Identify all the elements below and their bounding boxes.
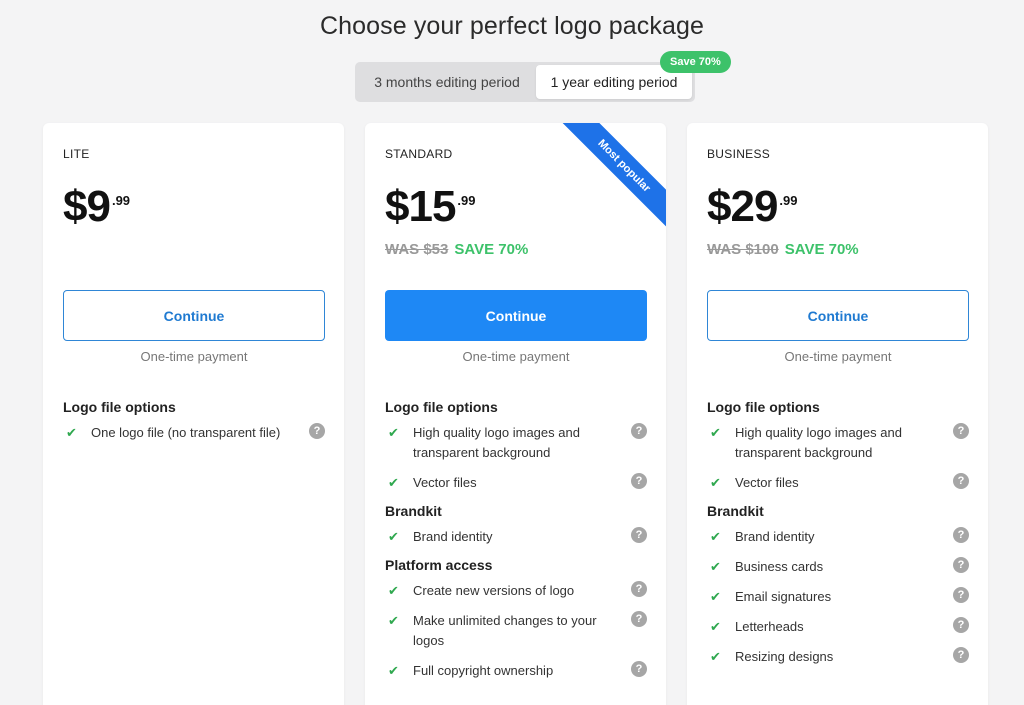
help-icon[interactable]: ? bbox=[953, 423, 969, 439]
help-icon[interactable]: ? bbox=[953, 473, 969, 489]
price-cents: .99 bbox=[111, 193, 131, 208]
help-icon[interactable]: ? bbox=[631, 473, 647, 489]
help-icon[interactable]: ? bbox=[953, 527, 969, 543]
check-icon: ✔ bbox=[710, 649, 721, 664]
plan-card-business: BUSINESS $29 .99 WAS $100 SAVE 70% Conti… bbox=[687, 123, 988, 705]
discount-line: WAS $100 SAVE 70% bbox=[707, 241, 859, 258]
feature-text: High quality logo images and transparent… bbox=[735, 425, 902, 460]
price-cents: .99 bbox=[779, 193, 798, 208]
section-title: Logo file options bbox=[707, 399, 820, 415]
plan-price: $29 .99 bbox=[707, 181, 798, 233]
check-icon: ✔ bbox=[710, 529, 721, 544]
feature-text: One logo file (no transparent file) bbox=[91, 425, 281, 440]
check-icon: ✔ bbox=[710, 589, 721, 604]
payment-note: One-time payment bbox=[784, 349, 892, 364]
feature-item: ✔ Vector files ? bbox=[385, 473, 647, 493]
section-title: Logo file options bbox=[63, 399, 176, 415]
continue-button[interactable]: Continue bbox=[63, 290, 325, 341]
section-title: Logo file options bbox=[385, 399, 498, 415]
feature-item: ✔ Business cards ? bbox=[707, 557, 969, 577]
continue-button[interactable]: Continue bbox=[707, 290, 969, 341]
feature-item: ✔ High quality logo images and transpare… bbox=[385, 423, 647, 463]
ribbon-container: Most popular bbox=[554, 123, 666, 235]
check-icon: ✔ bbox=[710, 425, 721, 440]
section-title: Brandkit bbox=[385, 503, 442, 519]
plan-tier: LITE bbox=[63, 147, 90, 161]
feature-text: Make unlimited changes to your logos bbox=[413, 613, 597, 648]
plan-tier: BUSINESS bbox=[707, 147, 771, 161]
check-icon: ✔ bbox=[710, 475, 721, 490]
feature-item: ✔ Make unlimited changes to your logos ? bbox=[385, 611, 647, 651]
price-main: $29 bbox=[707, 182, 778, 231]
price-cents: .99 bbox=[457, 193, 476, 208]
price-main: $15 bbox=[385, 182, 456, 231]
feature-item: ✔ Vector files ? bbox=[707, 473, 969, 493]
feature-text: Vector files bbox=[735, 475, 799, 490]
help-icon[interactable]: ? bbox=[953, 647, 969, 663]
plan-card-standard: Most popular STANDARD $15 .99 WAS $53 SA… bbox=[365, 123, 666, 705]
check-icon: ✔ bbox=[388, 613, 399, 628]
save-badge: Save 70% bbox=[660, 51, 731, 73]
period-option-3-months[interactable]: 3 months editing period bbox=[358, 65, 536, 99]
help-icon[interactable]: ? bbox=[631, 661, 647, 677]
check-icon: ✔ bbox=[388, 475, 399, 490]
check-icon: ✔ bbox=[710, 559, 721, 574]
help-icon[interactable]: ? bbox=[953, 617, 969, 633]
help-icon[interactable]: ? bbox=[631, 581, 647, 597]
feature-item: ✔ Email signatures ? bbox=[707, 587, 969, 607]
discount-line: WAS $53 SAVE 70% bbox=[385, 241, 528, 258]
check-icon: ✔ bbox=[388, 529, 399, 544]
most-popular-ribbon: Most popular bbox=[558, 123, 666, 232]
feature-text: Brand identity bbox=[735, 529, 815, 544]
price-main: $9 bbox=[63, 182, 111, 231]
feature-text: High quality logo images and transparent… bbox=[413, 425, 580, 460]
feature-item: ✔ Letterheads ? bbox=[707, 617, 969, 637]
section-title: Platform access bbox=[385, 557, 493, 573]
help-icon[interactable]: ? bbox=[631, 527, 647, 543]
plan-price: $9 .99 bbox=[63, 181, 130, 233]
feature-text: Business cards bbox=[735, 559, 824, 574]
feature-item: ✔ Create new versions of logo ? bbox=[385, 581, 647, 601]
save-label: SAVE 70% bbox=[454, 241, 529, 258]
period-toggle: 3 months editing period 1 year editing p… bbox=[355, 62, 695, 102]
check-icon: ✔ bbox=[388, 583, 399, 598]
feature-item: ✔ Full copyright ownership ? bbox=[385, 661, 647, 681]
payment-note: One-time payment bbox=[462, 349, 570, 364]
help-icon[interactable]: ? bbox=[631, 611, 647, 627]
feature-item: ✔ Brand identity ? bbox=[385, 527, 647, 547]
feature-list: Logo file options ✔ One logo file (no tr… bbox=[63, 399, 325, 453]
check-icon: ✔ bbox=[388, 425, 399, 440]
plan-card-lite: LITE $9 .99 Continue One-time payment Lo… bbox=[43, 123, 344, 705]
feature-text: Letterheads bbox=[735, 619, 804, 634]
feature-list: Logo file options ✔ High quality logo im… bbox=[707, 399, 969, 677]
feature-text: Email signatures bbox=[735, 589, 832, 604]
old-price: WAS $100 bbox=[707, 241, 779, 258]
plan-tier: STANDARD bbox=[385, 147, 453, 161]
continue-button[interactable]: Continue bbox=[385, 290, 647, 341]
section-title: Brandkit bbox=[707, 503, 764, 519]
feature-text: Vector files bbox=[413, 475, 477, 490]
feature-text: Full copyright ownership bbox=[413, 663, 554, 678]
page-title: Choose your perfect logo package bbox=[320, 12, 704, 40]
save-label: SAVE 70% bbox=[784, 241, 859, 258]
feature-text: Resizing designs bbox=[735, 649, 834, 664]
feature-list: Logo file options ✔ High quality logo im… bbox=[385, 399, 647, 691]
old-price: WAS $53 bbox=[385, 241, 449, 258]
help-icon[interactable]: ? bbox=[631, 423, 647, 439]
check-icon: ✔ bbox=[66, 425, 77, 440]
feature-item: ✔ High quality logo images and transpare… bbox=[707, 423, 969, 463]
feature-item: ✔ Resizing designs ? bbox=[707, 647, 969, 667]
feature-item: ✔ Brand identity ? bbox=[707, 527, 969, 547]
help-icon[interactable]: ? bbox=[309, 423, 325, 439]
help-icon[interactable]: ? bbox=[953, 587, 969, 603]
check-icon: ✔ bbox=[710, 619, 721, 634]
feature-item: ✔ One logo file (no transparent file) ? bbox=[63, 423, 325, 443]
check-icon: ✔ bbox=[388, 663, 399, 678]
plan-price: $15 .99 bbox=[385, 181, 476, 233]
feature-text: Create new versions of logo bbox=[413, 583, 575, 598]
help-icon[interactable]: ? bbox=[953, 557, 969, 573]
feature-text: Brand identity bbox=[413, 529, 493, 544]
payment-note: One-time payment bbox=[140, 349, 248, 364]
